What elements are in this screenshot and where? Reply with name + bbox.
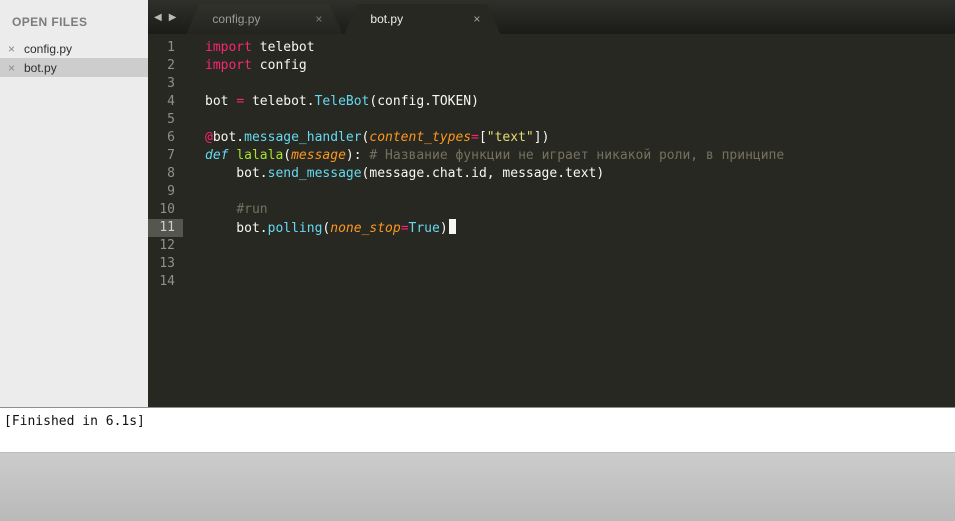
close-tab-icon[interactable]: × bbox=[315, 4, 322, 34]
editor-window: OPEN FILES × config.py × bot.py ◀ ▶ config.… bbox=[0, 0, 955, 521]
line-text: def lalala(message): # Название функции … bbox=[205, 148, 785, 163]
line-text: bot.send_message(message.chat.id, messag… bbox=[205, 166, 605, 181]
code-line[interactable]: 12 bbox=[148, 237, 955, 255]
tab-config.py[interactable]: config.py × bbox=[186, 4, 342, 34]
line-number: 5 bbox=[167, 112, 175, 127]
editor-pane: ◀ ▶ config.py × bot.py × 1 import telebot 2 im… bbox=[148, 0, 955, 407]
line-text bbox=[183, 255, 205, 273]
line-text: bot.polling(none_stop=True) bbox=[183, 219, 456, 237]
code-line[interactable]: 11 bot.polling(none_stop=True) bbox=[148, 219, 955, 237]
tab-scroll-right-icon[interactable]: ▶ bbox=[169, 12, 177, 23]
line-number: 6 bbox=[167, 130, 175, 145]
close-tab-icon[interactable]: × bbox=[473, 4, 480, 34]
line-text bbox=[183, 273, 205, 291]
build-result-line: [Finished in 6.1s] bbox=[0, 407, 955, 453]
line-text: bot = telebot.TeleBot(config.TOKEN) bbox=[205, 94, 479, 109]
code-line[interactable]: 6 @bot.message_handler(content_types=["te… bbox=[148, 129, 955, 147]
line-number: 2 bbox=[167, 58, 175, 73]
line-text: #run bbox=[236, 202, 268, 217]
open-files-list: × config.py × bot.py bbox=[0, 39, 148, 77]
line-number: 1 bbox=[167, 40, 175, 55]
close-file-icon[interactable]: × bbox=[8, 43, 22, 55]
line-number: 7 bbox=[167, 148, 175, 163]
tab-strip: config.py × bot.py × bbox=[186, 4, 502, 34]
text-cursor bbox=[448, 219, 456, 234]
tab-label: config.py bbox=[212, 12, 261, 26]
line-text: import config bbox=[205, 58, 307, 73]
line-number: 4 bbox=[167, 94, 175, 109]
sidebar: OPEN FILES × config.py × bot.py bbox=[0, 0, 148, 407]
open-files-header: OPEN FILES bbox=[12, 15, 88, 29]
line-text bbox=[183, 237, 205, 255]
file-name: bot.py bbox=[24, 60, 57, 75]
line-number: 14 bbox=[159, 274, 175, 289]
line-text bbox=[183, 111, 205, 129]
line-number: 9 bbox=[167, 184, 175, 199]
sidebar-file-bot.py[interactable]: × bot.py bbox=[0, 58, 148, 77]
code-line[interactable]: 5 bbox=[148, 111, 955, 129]
tab-label: bot.py bbox=[370, 12, 404, 26]
close-file-icon[interactable]: × bbox=[8, 62, 22, 74]
line-number: 3 bbox=[167, 76, 175, 91]
line-number: 8 bbox=[167, 166, 175, 181]
code-line[interactable]: 14 bbox=[148, 273, 955, 291]
code-line[interactable]: 9 bbox=[148, 183, 955, 201]
code-line[interactable]: 13 bbox=[148, 255, 955, 273]
line-number: 12 bbox=[159, 238, 175, 253]
code-line[interactable]: 2 import config bbox=[148, 57, 955, 75]
line-text: @bot.message_handler(content_types=["tex… bbox=[205, 130, 550, 145]
tab-bot.py[interactable]: bot.py × bbox=[344, 4, 500, 34]
code-area[interactable]: 1 import telebot 2 import config 3 4 bot = tel… bbox=[148, 34, 955, 407]
code-line[interactable]: 8 bot.send_message(message.chat.id, mess… bbox=[148, 165, 955, 183]
line-number: 10 bbox=[159, 202, 175, 217]
line-number: 13 bbox=[159, 256, 175, 271]
code-line[interactable]: 4 bot = telebot.TeleBot(config.TOKEN) bbox=[148, 93, 955, 111]
code-line[interactable]: 1 import telebot bbox=[148, 39, 955, 57]
sidebar-file-config.py[interactable]: × config.py bbox=[0, 39, 148, 58]
line-text: import telebot bbox=[205, 40, 315, 55]
tab-bar: ◀ ▶ config.py × bot.py × bbox=[148, 0, 955, 34]
tab-nav-arrows: ◀ ▶ bbox=[148, 12, 186, 23]
line-number: 11 bbox=[148, 219, 183, 237]
build-output-panel: [Finished in 6.1s] bbox=[0, 407, 955, 521]
tab-scroll-left-icon[interactable]: ◀ bbox=[154, 12, 162, 23]
line-text bbox=[183, 183, 205, 201]
code-line[interactable]: 10 #run bbox=[148, 201, 955, 219]
line-text bbox=[183, 75, 205, 93]
code-line[interactable]: 3 bbox=[148, 75, 955, 93]
file-name: config.py bbox=[24, 41, 73, 56]
code-line[interactable]: 7 def lalala(message): # Название функции… bbox=[148, 147, 955, 165]
